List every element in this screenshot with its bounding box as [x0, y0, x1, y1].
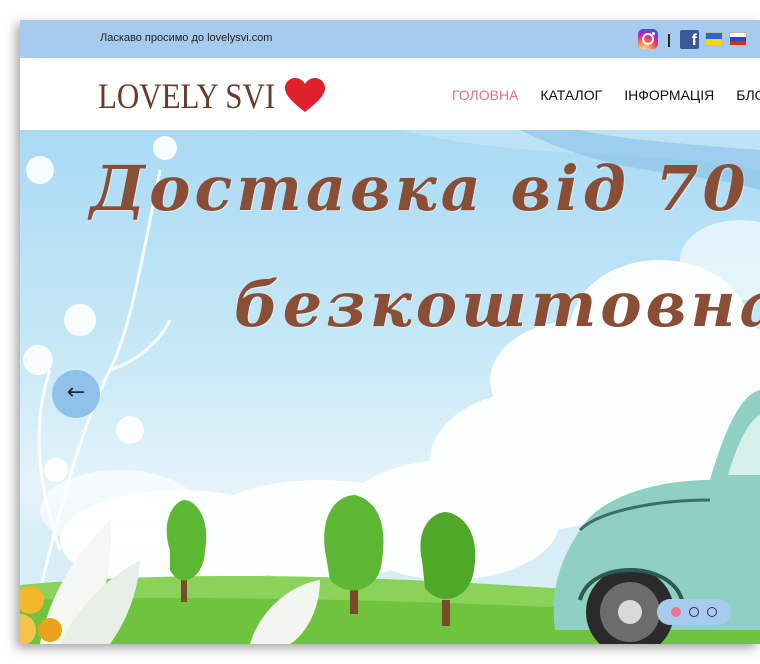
slider-pagination	[657, 599, 731, 625]
welcome-text: Ласкаво просимо до lovelysvi.com	[100, 32, 273, 44]
facebook-icon[interactable]: f	[679, 29, 699, 49]
flag-ukraine-icon[interactable]	[704, 32, 723, 46]
browser-frame: Ласкаво просимо до lovelysvi.com | f LOV…	[20, 20, 760, 644]
flag-russia-icon[interactable]	[728, 32, 747, 46]
top-bar: Ласкаво просимо до lovelysvi.com | f	[20, 20, 760, 58]
nav-item-blog[interactable]: БЛОГ	[736, 87, 760, 103]
slider-dot-1[interactable]	[671, 607, 681, 617]
heart-icon	[285, 78, 326, 112]
hero-slider: Доставка від 70 безкоштовна ←	[20, 130, 760, 644]
main-nav: ГОЛОВНА КАТАЛОГ ІНФОРМАЦІЯ БЛОГ	[452, 87, 760, 103]
slider-prev-button[interactable]: ←	[52, 370, 100, 418]
social-links: | f	[638, 28, 747, 50]
hero-headline-line-1: Доставка від 70	[90, 152, 750, 225]
logo[interactable]: LOVELY SVI	[98, 76, 326, 116]
logo-text: LOVELY SVI	[98, 76, 276, 116]
nav-item-catalog[interactable]: КАТАЛОГ	[540, 87, 602, 103]
instagram-icon[interactable]	[638, 29, 658, 49]
nav-item-home[interactable]: ГОЛОВНА	[452, 87, 518, 103]
site-header: LOVELY SVI ГОЛОВНА КАТАЛОГ ІНФОРМАЦІЯ БЛ…	[20, 58, 760, 130]
slider-dot-2[interactable]	[689, 607, 699, 617]
hero-headline-line-2: безкоштовна	[234, 268, 760, 341]
separator: |	[667, 31, 671, 47]
nav-item-info[interactable]: ІНФОРМАЦІЯ	[624, 87, 714, 103]
slider-dot-3[interactable]	[707, 607, 717, 617]
